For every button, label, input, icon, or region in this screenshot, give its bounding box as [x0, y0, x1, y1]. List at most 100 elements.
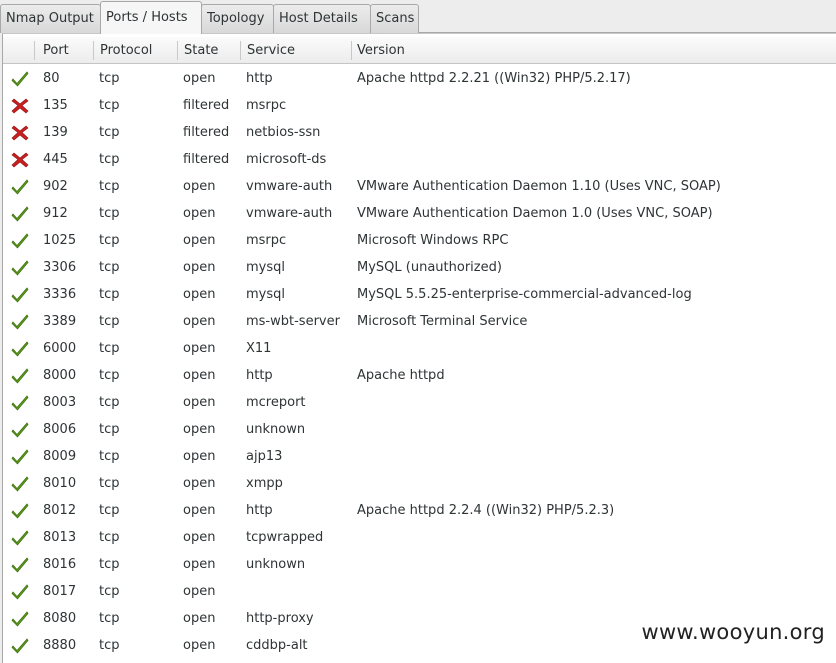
state-cell: open — [183, 449, 216, 464]
port-cell: 8010 — [43, 476, 77, 491]
state-cell: open — [183, 530, 216, 545]
service-cell: ajp13 — [246, 449, 283, 464]
version-cell: VMware Authentication Daemon 1.10 (Uses … — [357, 179, 721, 194]
port-cell: 8013 — [43, 530, 77, 545]
service-cell: vmware-auth — [246, 179, 333, 194]
service-cell: http — [246, 503, 273, 518]
port-cell: 445 — [43, 152, 68, 167]
state-cell: open — [183, 638, 216, 653]
protocol-cell: tcp — [99, 557, 120, 572]
column-header-service[interactable]: Service — [241, 37, 351, 64]
port-cell: 80 — [43, 71, 60, 86]
version-cell: VMware Authentication Daemon 1.0 (Uses V… — [357, 206, 713, 221]
protocol-cell: tcp — [99, 71, 120, 86]
state-cell: open — [183, 71, 216, 86]
tab-scans[interactable]: Scans — [370, 4, 419, 33]
tab-topology[interactable]: Topology — [201, 4, 274, 33]
service-cell: msrpc — [246, 98, 287, 113]
check-icon — [11, 556, 29, 573]
state-cell: open — [183, 260, 216, 275]
protocol-cell: tcp — [99, 233, 120, 248]
table-row[interactable]: 135 tcp filtered msrpc — [3, 92, 836, 119]
service-cell: X11 — [246, 341, 272, 356]
watermark-text: www.wooyun.org — [639, 620, 827, 644]
table-row[interactable]: 3306 tcp open mysql MySQL (unauthorized) — [3, 254, 836, 281]
protocol-cell: tcp — [99, 530, 120, 545]
port-cell: 1025 — [43, 233, 77, 248]
table-row[interactable]: 912 tcp open vmware-auth VMware Authenticati… — [3, 200, 836, 227]
table-row[interactable]: 8010 tcp open xmpp — [3, 470, 836, 497]
service-cell: xmpp — [246, 476, 283, 491]
state-cell: open — [183, 233, 216, 248]
check-icon — [11, 259, 29, 276]
check-icon — [11, 637, 29, 654]
column-header-state[interactable]: State — [178, 37, 240, 64]
check-icon — [11, 313, 29, 330]
service-cell: cddbp-alt — [246, 638, 308, 653]
ports-hosts-panel: Port Protocol State Service Version 80 tc… — [2, 33, 836, 663]
check-icon — [11, 70, 29, 87]
table-row[interactable]: 8000 tcp open http Apache httpd — [3, 362, 836, 389]
protocol-cell: tcp — [99, 449, 120, 464]
version-cell: Microsoft Windows RPC — [357, 233, 509, 248]
port-cell: 8080 — [43, 611, 77, 626]
port-cell: 8006 — [43, 422, 77, 437]
column-header-status[interactable] — [3, 37, 33, 64]
tab-nmap-output[interactable]: Nmap Output — [0, 4, 101, 33]
tab-host-details[interactable]: Host Details — [273, 4, 371, 33]
state-cell: open — [183, 206, 216, 221]
port-cell: 912 — [43, 206, 68, 221]
column-header-version[interactable]: Version — [351, 37, 831, 64]
check-icon — [11, 529, 29, 546]
table-row[interactable]: 80 tcp open http Apache httpd 2.2.21 ((Win32… — [3, 65, 836, 92]
state-cell: open — [183, 584, 216, 599]
table-row[interactable]: 6000 tcp open X11 — [3, 335, 836, 362]
state-cell: open — [183, 395, 216, 410]
tab-bar: Nmap Output Ports / Hosts Topology Host … — [0, 0, 836, 34]
table-row[interactable]: 902 tcp open vmware-auth VMware Authenticati… — [3, 173, 836, 200]
state-cell: filtered — [183, 125, 230, 140]
table-row[interactable]: 8016 tcp open unknown — [3, 551, 836, 578]
port-cell: 8017 — [43, 584, 77, 599]
check-icon — [11, 178, 29, 195]
table-row[interactable]: 8009 tcp open ajp13 — [3, 443, 836, 470]
version-cell: Apache httpd 2.2.4 ((Win32) PHP/5.2.3) — [357, 503, 615, 518]
table-row[interactable]: 8017 tcp open — [3, 578, 836, 605]
protocol-cell: tcp — [99, 287, 120, 302]
table-row[interactable]: 445 tcp filtered microsoft-ds — [3, 146, 836, 173]
state-cell: open — [183, 611, 216, 626]
state-cell: open — [183, 557, 216, 572]
service-cell: vmware-auth — [246, 206, 333, 221]
check-icon — [11, 475, 29, 492]
port-cell: 8880 — [43, 638, 77, 653]
check-icon — [11, 394, 29, 411]
port-cell: 8016 — [43, 557, 77, 572]
table-row[interactable]: 1025 tcp open msrpc Microsoft Windows RPC — [3, 227, 836, 254]
version-cell: MySQL (unauthorized) — [357, 260, 502, 275]
check-icon — [11, 205, 29, 222]
protocol-cell: tcp — [99, 503, 120, 518]
table-row[interactable]: 139 tcp filtered netbios-ssn — [3, 119, 836, 146]
table-row[interactable]: 8006 tcp open unknown — [3, 416, 836, 443]
table-row[interactable]: 8003 tcp open mcreport — [3, 389, 836, 416]
protocol-cell: tcp — [99, 152, 120, 167]
port-cell: 8009 — [43, 449, 77, 464]
protocol-cell: tcp — [99, 638, 120, 653]
state-cell: open — [183, 287, 216, 302]
table-row[interactable]: 8013 tcp open tcpwrapped — [3, 524, 836, 551]
protocol-cell: tcp — [99, 395, 120, 410]
table-row[interactable]: 3336 tcp open mysql MySQL 5.5.25-enterprise-… — [3, 281, 836, 308]
column-header-port[interactable]: Port — [37, 37, 93, 64]
column-divider[interactable] — [34, 41, 35, 60]
version-cell: Apache httpd — [357, 368, 445, 383]
table-row[interactable]: 3389 tcp open ms-wbt-server Microsoft Termin… — [3, 308, 836, 335]
version-cell: Microsoft Terminal Service — [357, 314, 528, 329]
service-cell: mysql — [246, 287, 285, 302]
port-cell: 8000 — [43, 368, 77, 383]
cross-icon — [11, 124, 29, 141]
check-icon — [11, 421, 29, 438]
column-header-protocol[interactable]: Protocol — [94, 37, 178, 64]
table-row[interactable]: 8012 tcp open http Apache httpd 2.2.4 ((Win3… — [3, 497, 836, 524]
service-cell: http — [246, 368, 273, 383]
tab-ports-hosts[interactable]: Ports / Hosts — [100, 1, 202, 34]
